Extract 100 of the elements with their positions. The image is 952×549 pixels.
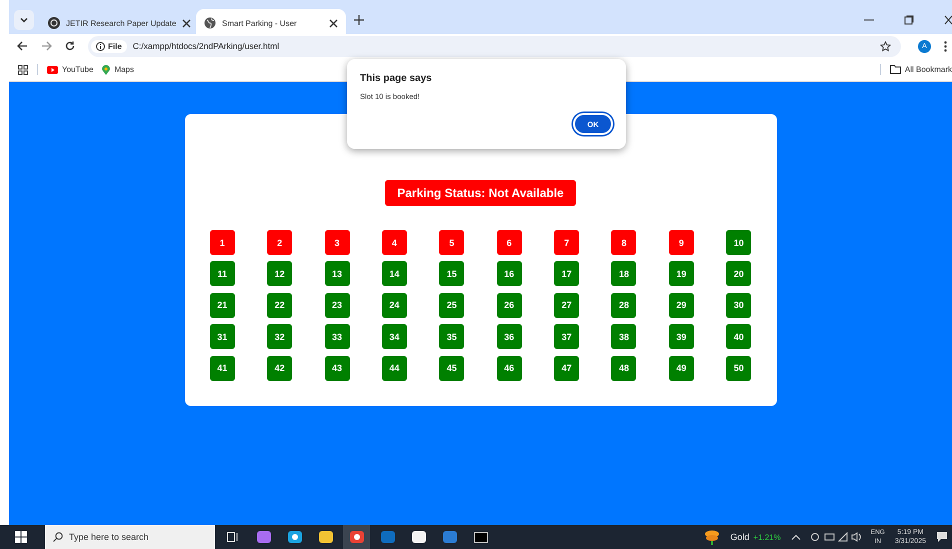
site-info-chip[interactable]: File <box>91 40 127 52</box>
windows-start-icon[interactable] <box>15 531 27 543</box>
parking-slot-button[interactable]: 13 <box>324 261 350 286</box>
parking-slot-button[interactable]: 40 <box>726 324 752 350</box>
parking-slot-button[interactable]: 21 <box>210 292 235 318</box>
parking-slot-button[interactable]: 8 <box>611 230 636 255</box>
parking-slot-button[interactable]: 10 <box>726 230 752 255</box>
parking-slot-button[interactable]: 2 <box>267 230 292 255</box>
menu-icon[interactable] <box>944 40 947 52</box>
parking-slot-button[interactable]: 42 <box>267 356 292 381</box>
parking-slot-button[interactable]: 33 <box>324 324 350 350</box>
map-pin-icon <box>102 64 110 74</box>
app-icon <box>410 529 426 545</box>
notification-icon[interactable] <box>936 531 948 543</box>
status-banner: Parking Status: Not Available <box>385 180 576 206</box>
parking-slot-button[interactable]: 39 <box>668 324 694 350</box>
browser-tab[interactable]: JETIR Research Paper Update <box>40 9 190 37</box>
parking-slot-button[interactable]: 36 <box>496 324 522 350</box>
parking-slot-button[interactable]: 32 <box>267 324 292 350</box>
app-icon <box>380 529 396 545</box>
app-icon <box>348 529 364 545</box>
parking-slot-button[interactable]: 31 <box>210 324 235 350</box>
chevron-up-icon[interactable] <box>790 534 801 540</box>
parking-slot-button[interactable]: 11 <box>210 261 235 286</box>
parking-slot-button[interactable]: 23 <box>324 292 350 318</box>
taskbar-app-button[interactable] <box>343 525 370 549</box>
url-text: C:/xampp/htdocs/2ndPArking/user.html <box>132 41 280 51</box>
parking-slot-button[interactable]: 25 <box>439 292 464 318</box>
parking-slot-button[interactable]: 50 <box>726 356 752 381</box>
parking-slot-button[interactable]: 48 <box>611 356 636 381</box>
parking-slot-button[interactable]: 28 <box>611 292 636 318</box>
logo-icon <box>48 17 60 29</box>
all-bookmarks-link[interactable]: All Bookmark <box>890 65 952 74</box>
tab-title: Smart Parking - User <box>222 18 298 28</box>
chevron-down-icon <box>19 15 29 25</box>
parking-slot-button[interactable]: 4 <box>382 230 407 255</box>
scheme-label: File <box>108 42 122 50</box>
parking-slot-button[interactable]: 12 <box>267 261 292 286</box>
parking-slot-button[interactable]: 7 <box>554 230 580 255</box>
parking-slot-button[interactable]: 43 <box>324 356 350 381</box>
search-icon <box>53 532 63 542</box>
back-icon[interactable] <box>17 41 28 51</box>
globe-icon <box>204 17 216 29</box>
parking-slot-button[interactable]: 6 <box>496 230 522 255</box>
parking-slot-button[interactable]: 29 <box>668 292 694 318</box>
app-icon <box>286 529 302 545</box>
close-icon[interactable] <box>329 18 338 28</box>
info-icon <box>96 42 105 50</box>
star-icon[interactable] <box>880 40 891 52</box>
parking-slot-button[interactable]: 9 <box>668 230 694 255</box>
parking-slot-button[interactable]: 22 <box>267 292 292 318</box>
browser-tab[interactable]: Smart Parking - User <box>196 9 346 37</box>
close-icon[interactable] <box>182 18 192 28</box>
tab-title: JETIR Research Paper Update <box>66 18 176 28</box>
parking-slot-button[interactable]: 41 <box>210 356 235 381</box>
task-view-icon <box>226 532 238 542</box>
address-bar[interactable]: File C:/xampp/htdocs/2ndPArking/user.html <box>88 36 901 56</box>
bookmark-link[interactable]: YouTube <box>47 65 94 74</box>
app-icon <box>256 529 272 545</box>
app-icon <box>442 529 458 545</box>
parking-slot-button[interactable]: 49 <box>668 356 694 381</box>
parking-slot-button[interactable]: 35 <box>439 324 464 350</box>
dialog-title: This page says <box>360 73 433 84</box>
parking-slot-button[interactable]: 27 <box>554 292 580 318</box>
parking-slot-button[interactable]: 3 <box>324 230 350 255</box>
folder-icon <box>890 65 901 74</box>
parking-slot-button[interactable]: 38 <box>611 324 636 350</box>
parking-slot-button[interactable]: 14 <box>382 261 407 286</box>
parking-slot-button[interactable]: 16 <box>496 261 522 286</box>
parking-slot-button[interactable]: 44 <box>382 356 407 381</box>
apps-grid-icon[interactable] <box>18 64 28 74</box>
parking-slot-button[interactable]: 30 <box>726 292 752 318</box>
parking-slot-button[interactable]: 26 <box>496 292 522 318</box>
parking-slot-button[interactable]: 17 <box>554 261 580 286</box>
parking-slot-button[interactable]: 20 <box>726 261 752 286</box>
parking-slot-button[interactable]: 18 <box>611 261 636 286</box>
parking-slot-button[interactable]: 46 <box>496 356 522 381</box>
bookmark-link[interactable]: Maps <box>102 64 134 74</box>
play-icon <box>47 66 58 74</box>
ticker-change: +1.21% <box>753 532 781 542</box>
parking-slot-button[interactable]: 15 <box>439 261 464 286</box>
parking-slot-button[interactable]: 1 <box>210 230 235 255</box>
weather-icon <box>704 529 720 545</box>
taskbar-search-field[interactable]: Type here to search <box>45 525 215 549</box>
close-icon[interactable] <box>944 15 952 25</box>
parking-slot-button[interactable]: 5 <box>439 230 464 255</box>
ticker-name[interactable]: Gold <box>730 532 750 542</box>
parking-slot-button[interactable]: 24 <box>382 292 407 318</box>
restore-icon[interactable] <box>904 15 914 25</box>
parking-slot-button[interactable]: 47 <box>554 356 580 381</box>
reload-icon[interactable] <box>65 41 75 51</box>
new-tab-icon[interactable] <box>354 15 364 25</box>
terminal-icon <box>474 532 488 542</box>
parking-slot-button[interactable]: 37 <box>554 324 580 350</box>
parking-slot-button[interactable]: 45 <box>439 356 464 381</box>
app-icon <box>318 529 334 545</box>
tab-list-button[interactable] <box>14 10 34 30</box>
forward-icon[interactable] <box>41 41 52 51</box>
parking-slot-button[interactable]: 34 <box>382 324 407 350</box>
parking-slot-button[interactable]: 19 <box>668 261 694 286</box>
